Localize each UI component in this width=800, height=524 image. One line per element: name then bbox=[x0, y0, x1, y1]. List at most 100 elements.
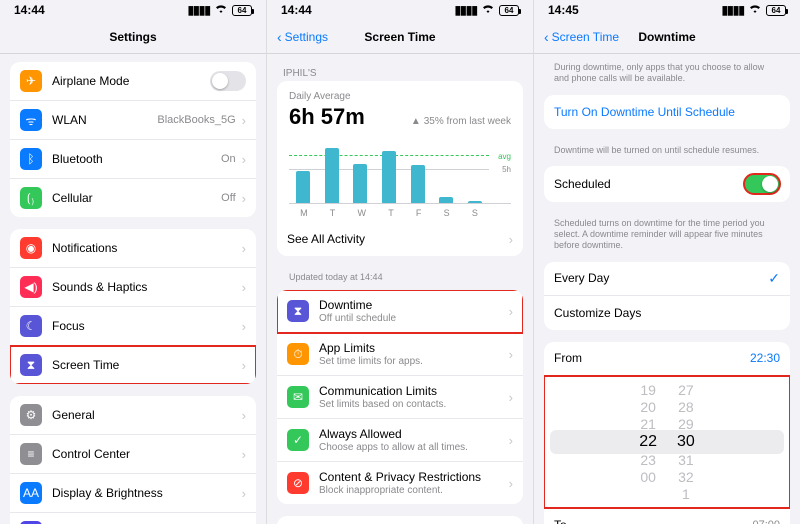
scheduled-row[interactable]: Scheduled bbox=[544, 166, 790, 202]
wifi-icon: ᯤ bbox=[20, 109, 42, 131]
airplane-icon: ✈ bbox=[20, 70, 42, 92]
chevron-right-icon: › bbox=[509, 347, 513, 362]
row-always-allowed[interactable]: ✓Always AllowedChoose apps to allow at a… bbox=[277, 419, 523, 462]
scheduled-card: Scheduled bbox=[544, 166, 790, 202]
see-all-activity[interactable]: See All Activity › bbox=[277, 222, 523, 256]
row-detail: On bbox=[221, 153, 236, 165]
row-control-center[interactable]: ≡Control Center› bbox=[10, 435, 256, 474]
row-downtime[interactable]: ⧗DowntimeOff until schedule› bbox=[277, 290, 523, 333]
chevron-right-icon: › bbox=[242, 152, 246, 167]
row-wlan[interactable]: ᯤWLANBlackBooks_5G› bbox=[10, 101, 256, 140]
phone-screen-time: 14:44 ▮▮▮▮ 64 ‹Settings Screen Time IPHI… bbox=[267, 0, 533, 524]
phone-downtime: 14:45 ▮▮▮▮ 64 ‹Screen Time Downtime Duri… bbox=[534, 0, 800, 524]
chart-bar bbox=[468, 201, 482, 203]
chevron-right-icon: › bbox=[509, 433, 513, 448]
status-bar: 14:44 ▮▮▮▮ 64 bbox=[0, 0, 266, 20]
row-focus[interactable]: ☾ Focus› bbox=[10, 307, 256, 346]
bell-icon: ◉ bbox=[20, 237, 42, 259]
to-row[interactable]: To 07:00 bbox=[544, 508, 790, 524]
row-label: Sounds & Haptics bbox=[52, 280, 242, 294]
customize-days-row[interactable]: Customize Days bbox=[544, 296, 790, 330]
row-general[interactable]: ⚙General› bbox=[10, 396, 256, 435]
row-bluetooth[interactable]: ᛒ BluetoothOn › bbox=[10, 140, 256, 179]
row-label: Always AllowedChoose apps to allow at al… bbox=[319, 427, 509, 453]
chevron-right-icon: › bbox=[509, 390, 513, 405]
turnon-card: Turn On Downtime Until Schedule bbox=[544, 95, 790, 129]
every-day-row[interactable]: Every Day ✓ bbox=[544, 262, 790, 296]
change-passcode[interactable]: Change Screen Time Passcode bbox=[277, 516, 523, 524]
speaker-icon: ◀) bbox=[20, 276, 42, 298]
row-label: Content & Privacy RestrictionsBlock inap… bbox=[319, 470, 509, 496]
chevron-right-icon: › bbox=[509, 304, 513, 319]
status-bar: 14:45 ▮▮▮▮ 64 bbox=[534, 0, 800, 20]
row-airplane-mode[interactable]: ✈Airplane Mode bbox=[10, 62, 256, 101]
chart-area: avg 5h bbox=[289, 134, 511, 204]
row-sounds-haptics[interactable]: ◀)Sounds & Haptics› bbox=[10, 268, 256, 307]
bubble-icon: ✉ bbox=[287, 386, 309, 408]
hourglass-icon: ⧗ bbox=[20, 354, 42, 376]
row-label: Communication LimitsSet limits based on … bbox=[319, 384, 509, 410]
toggle[interactable] bbox=[210, 71, 246, 91]
page-title: Settings bbox=[109, 30, 156, 44]
row-label: Bluetooth bbox=[52, 152, 221, 166]
screen-time-items: ⧗DowntimeOff until schedule›⏱App LimitsS… bbox=[277, 290, 523, 504]
chevron-right-icon: › bbox=[242, 241, 246, 256]
row-notifications[interactable]: ◉Notifications› bbox=[10, 229, 256, 268]
chart-bar bbox=[296, 171, 310, 204]
battery-icon: 64 bbox=[766, 5, 786, 16]
chevron-left-icon: ‹ bbox=[277, 29, 282, 45]
from-row[interactable]: From 22:30 bbox=[544, 342, 790, 376]
bluetooth-icon: ᛒ bbox=[20, 148, 42, 170]
row-label: Screen Time bbox=[52, 358, 242, 372]
wifi-icon bbox=[748, 3, 762, 17]
settings-group-notifications: ◉Notifications› ◀) Sounds & Haptics › ☾ Focus… bbox=[10, 229, 256, 384]
back-button[interactable]: ‹Settings bbox=[277, 29, 328, 45]
gear-icon: ⚙ bbox=[20, 404, 42, 426]
scheduled-toggle[interactable] bbox=[744, 174, 780, 194]
row-app-limits[interactable]: ⏱App LimitsSet time limits for apps.› bbox=[277, 333, 523, 376]
page-title: Downtime bbox=[638, 30, 695, 44]
row-screen-time[interactable]: ⧗ Screen Time› bbox=[10, 346, 256, 384]
back-button[interactable]: ‹Screen Time bbox=[544, 29, 619, 45]
row-content-privacy-restrictions[interactable]: ⊘Content & Privacy RestrictionsBlock ina… bbox=[277, 462, 523, 504]
to-value: 07:00 bbox=[752, 519, 780, 524]
from-value: 22:30 bbox=[750, 351, 780, 365]
signal-icon: ▮▮▮▮ bbox=[722, 3, 744, 17]
battery-icon: 64 bbox=[232, 5, 252, 16]
row-label: WLAN bbox=[52, 113, 157, 127]
row-label: General bbox=[52, 408, 242, 422]
chevron-right-icon: › bbox=[242, 486, 246, 501]
chart-bar bbox=[353, 164, 367, 203]
chevron-right-icon: › bbox=[242, 319, 246, 334]
time-picker[interactable]: 192021222300 2728293031321 bbox=[544, 376, 790, 508]
chevron-right-icon: › bbox=[242, 358, 246, 373]
row-home-screen[interactable]: ▦Home Screen› bbox=[10, 513, 256, 524]
page-title: Screen Time bbox=[364, 30, 435, 44]
intro-note: During downtime, only apps that you choo… bbox=[544, 62, 790, 95]
chevron-right-icon: › bbox=[242, 113, 246, 128]
hourglass-icon: ⧗ bbox=[287, 300, 309, 322]
settings-group-connectivity: ✈Airplane ModeᯤWLANBlackBooks_5G›ᛒBlueto… bbox=[10, 62, 256, 217]
status-time: 14:44 bbox=[14, 3, 45, 17]
row-label: Focus bbox=[52, 319, 242, 333]
days-card: Every Day ✓ Customize Days bbox=[544, 262, 790, 330]
battery-icon: 64 bbox=[499, 5, 519, 16]
row-display-brightness[interactable]: AADisplay & Brightness› bbox=[10, 474, 256, 513]
row-cellular[interactable]: ⟮₎CellularOff› bbox=[10, 179, 256, 217]
status-time: 14:44 bbox=[281, 3, 312, 17]
row-label: Control Center bbox=[52, 447, 242, 461]
wifi-icon bbox=[214, 3, 228, 17]
moon-icon: ☾ bbox=[20, 315, 42, 337]
row-communication-limits[interactable]: ✉ Communication LimitsSet limits based on… bbox=[277, 376, 523, 419]
row-label: App LimitsSet time limits for apps. bbox=[319, 341, 509, 367]
switches-icon: ≡ bbox=[20, 443, 42, 465]
settings-group-general: ⚙General›≡Control Center›AADisplay & Bri… bbox=[10, 396, 256, 524]
title-bar: ‹Screen Time Downtime bbox=[534, 20, 800, 54]
arrow-up-icon: ▲ bbox=[411, 116, 421, 127]
row-label: Cellular bbox=[52, 191, 221, 205]
chart-value: 6h 57m bbox=[289, 104, 365, 130]
chart-bar bbox=[382, 151, 396, 203]
signal-icon: ▮▮▮▮ bbox=[188, 3, 210, 17]
turn-on-downtime[interactable]: Turn On Downtime Until Schedule bbox=[544, 95, 790, 129]
row-label: Display & Brightness bbox=[52, 486, 242, 500]
